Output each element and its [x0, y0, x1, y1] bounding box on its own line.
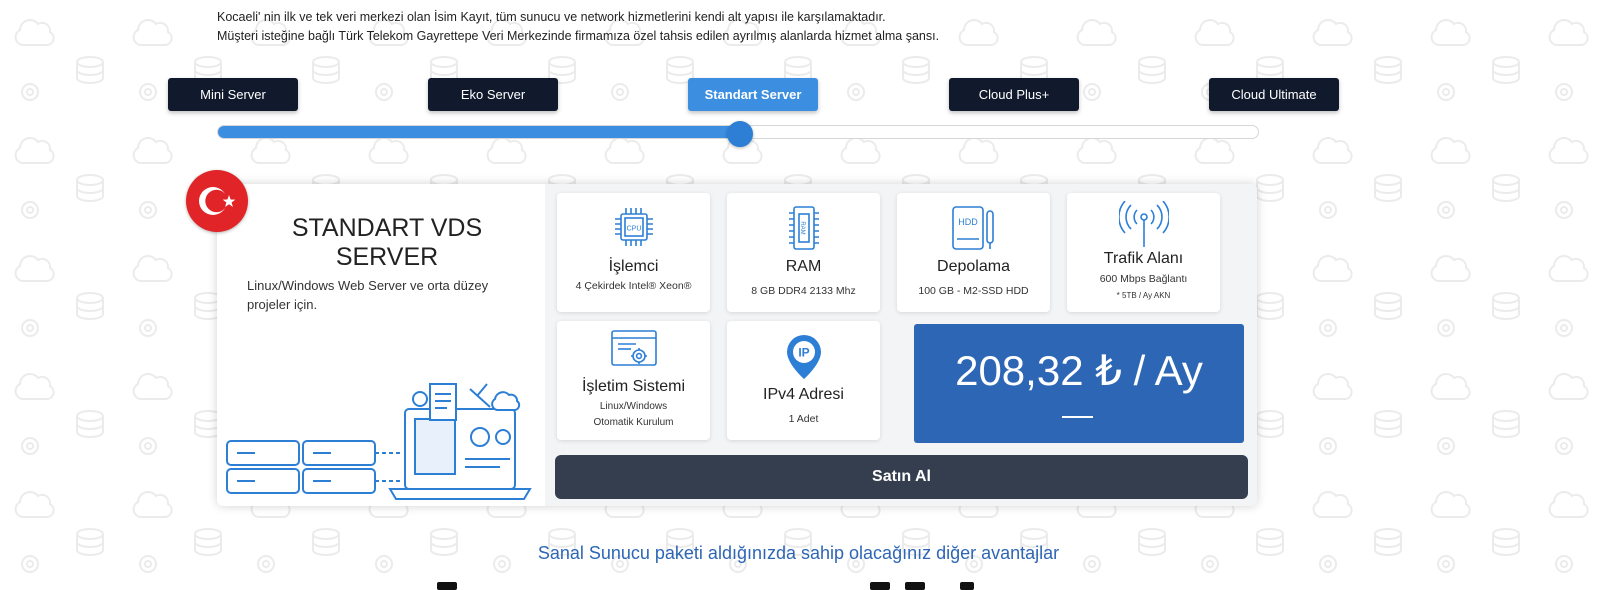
- buy-button[interactable]: Satın Al: [555, 455, 1248, 499]
- feature-ip-name: IPv4 Adresi: [763, 386, 844, 403]
- price-divider: [1062, 416, 1093, 418]
- feature-ip-value: 1 Adet: [788, 413, 819, 425]
- feature-ram-name: RAM: [785, 258, 822, 275]
- os-settings-icon: [610, 330, 657, 366]
- price-box: 208,32 ₺ / Ay: [914, 324, 1244, 443]
- ip-location-icon: IP: [786, 335, 821, 379]
- feature-os: İşletim Sistemi Linux/Windows Otomatik K…: [557, 321, 710, 440]
- intro-line-2: Müşteri isteğine bağlı Türk Telekom Gayr…: [217, 29, 940, 43]
- svg-text:IP: IP: [798, 346, 809, 360]
- plan-info: STANDART VDS SERVER Linux/Windows Web Se…: [217, 184, 545, 506]
- antenna-icon: [1118, 201, 1169, 247]
- ram-icon: RAM: [788, 206, 819, 250]
- feature-cpu: CPU İşlemci 4 Çekirdek Intel® Xeon®: [557, 193, 710, 312]
- feature-traffic-name: Trafik Alanı: [1103, 250, 1184, 267]
- plan-description: Linux/Windows Web Server ve orta düzey p…: [247, 278, 489, 312]
- intro-line-1: Kocaeli' nin ilk ve tek veri merkezi ola…: [217, 10, 886, 24]
- feature-traffic-note: * 5TB / Ay AKN: [1116, 291, 1171, 300]
- feature-os-name: İşletim Sistemi: [581, 378, 686, 395]
- plan-tab-eko-server[interactable]: Eko Server: [428, 78, 558, 111]
- plan-features: CPU İşlemci 4 Çekirdek Intel® Xeon® RAM …: [545, 184, 1257, 506]
- advantages-heading: Sanal Sunucu paketi aldığınızda sahip ol…: [537, 543, 1060, 563]
- price-value: 208,32 ₺ / Ay: [955, 347, 1203, 394]
- feature-traffic: Trafik Alanı 600 Mbps Bağlantı * 5TB / A…: [1067, 193, 1220, 312]
- plan-tab-mini-server[interactable]: Mini Server: [168, 78, 298, 111]
- turkey-flag-icon: [186, 170, 248, 232]
- feature-storage-name: Depolama: [937, 258, 1010, 275]
- plan-slider[interactable]: [217, 121, 1259, 147]
- plan-slider-thumb[interactable]: [727, 121, 753, 147]
- feature-cpu-name: İşlemci: [608, 258, 659, 275]
- feature-ip: IP IPv4 Adresi 1 Adet: [727, 321, 880, 440]
- hdd-icon: HDD: [951, 206, 994, 250]
- feature-storage: HDD Depolama 100 GB - M2-SSD HDD: [897, 193, 1050, 312]
- feature-traffic-value: 600 Mbps Bağlantı: [1099, 273, 1188, 285]
- feature-cpu-value: 4 Çekirdek Intel® Xeon®: [575, 280, 692, 292]
- svg-text:CPU: CPU: [626, 226, 641, 233]
- feature-os-value-2: Otomatik Kurulum: [593, 417, 674, 428]
- feature-storage-value: 100 GB - M2-SSD HDD: [918, 285, 1029, 297]
- cut-off-heading: [0, 580, 1597, 590]
- svg-text:HDD: HDD: [958, 217, 978, 227]
- plan-title: STANDART VDS SERVER: [291, 214, 483, 271]
- plan-tab-cloud-ultimate[interactable]: Cloud Ultimate: [1209, 78, 1339, 111]
- server-illustration-icon: [226, 383, 532, 500]
- intro-text: Kocaeli' nin ilk ve tek veri merkezi ola…: [217, 8, 939, 46]
- plan-slider-fill: [218, 126, 738, 138]
- plan-tab-cloud-plus[interactable]: Cloud Plus+: [949, 78, 1079, 111]
- feature-ram: RAM RAM 8 GB DDR4 2133 Mhz: [727, 193, 880, 312]
- feature-ram-value: 8 GB DDR4 2133 Mhz: [751, 285, 856, 297]
- plan-card: STANDART VDS SERVER Linux/Windows Web Se…: [217, 184, 1257, 506]
- cpu-icon: CPU: [614, 208, 653, 246]
- feature-os-value-1: Linux/Windows: [599, 401, 668, 412]
- plan-tab-standart-server[interactable]: Standart Server: [688, 78, 818, 111]
- svg-text:RAM: RAM: [799, 221, 805, 234]
